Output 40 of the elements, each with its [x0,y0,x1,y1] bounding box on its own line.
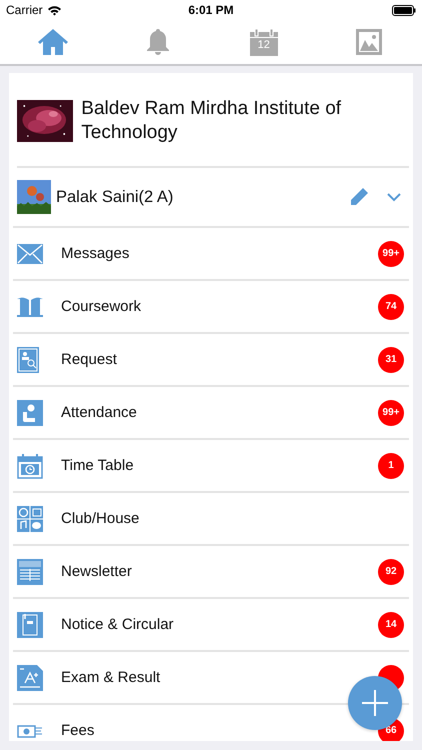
menu-item[interactable]: Exam & Result [61,669,160,686]
count-badge: 14 [378,612,404,638]
menu-item[interactable]: Newsletter [61,563,132,580]
menu-item[interactable]: Attendance [61,404,137,421]
bell-icon [145,28,172,56]
menu-item[interactable]: Request [61,351,117,368]
envelope-icon [17,244,43,264]
home-icon [36,28,69,56]
count-badge: 99+ [378,400,404,426]
newspaper-icon [17,558,43,584]
notice-document-icon [17,612,43,638]
book-icon [17,296,43,316]
calendar-clock-icon [17,452,43,478]
banknote-icon [17,724,43,738]
menu-item[interactable]: Notice & Circular [61,616,174,633]
battery-icon [392,4,416,16]
profile-name: Palak Saini(2 A) [56,188,174,206]
count-badge: 74 [378,294,404,320]
menu-item[interactable]: Messages [61,245,130,262]
count-badge: 1 [378,452,404,478]
calendar-day: 12 [250,39,278,51]
person-seat-icon [17,400,43,426]
count-badge: 31 [378,346,404,372]
menu-item[interactable]: Fees [61,722,94,739]
wifi-icon [46,4,62,16]
chevron-down-icon[interactable] [387,192,401,202]
school-name: Baldev Ram Mirdha Institute of Technology [81,96,342,144]
clock-time: 6:01 PM [188,3,234,17]
carrier-name: Carrier [6,3,43,17]
gallery-icon [356,29,382,55]
count-badge: 99+ [378,240,404,266]
id-card-search-icon [17,346,39,372]
grade-sheet-icon [17,664,43,690]
count-badge: 92 [378,558,404,584]
edit-icon[interactable] [349,187,369,207]
club-activities-icon [17,506,43,532]
menu-item[interactable]: Club/House [61,510,140,527]
menu-item[interactable]: Coursework [61,298,142,315]
menu-item[interactable]: Time Table [61,457,134,474]
plus-icon [362,690,388,716]
